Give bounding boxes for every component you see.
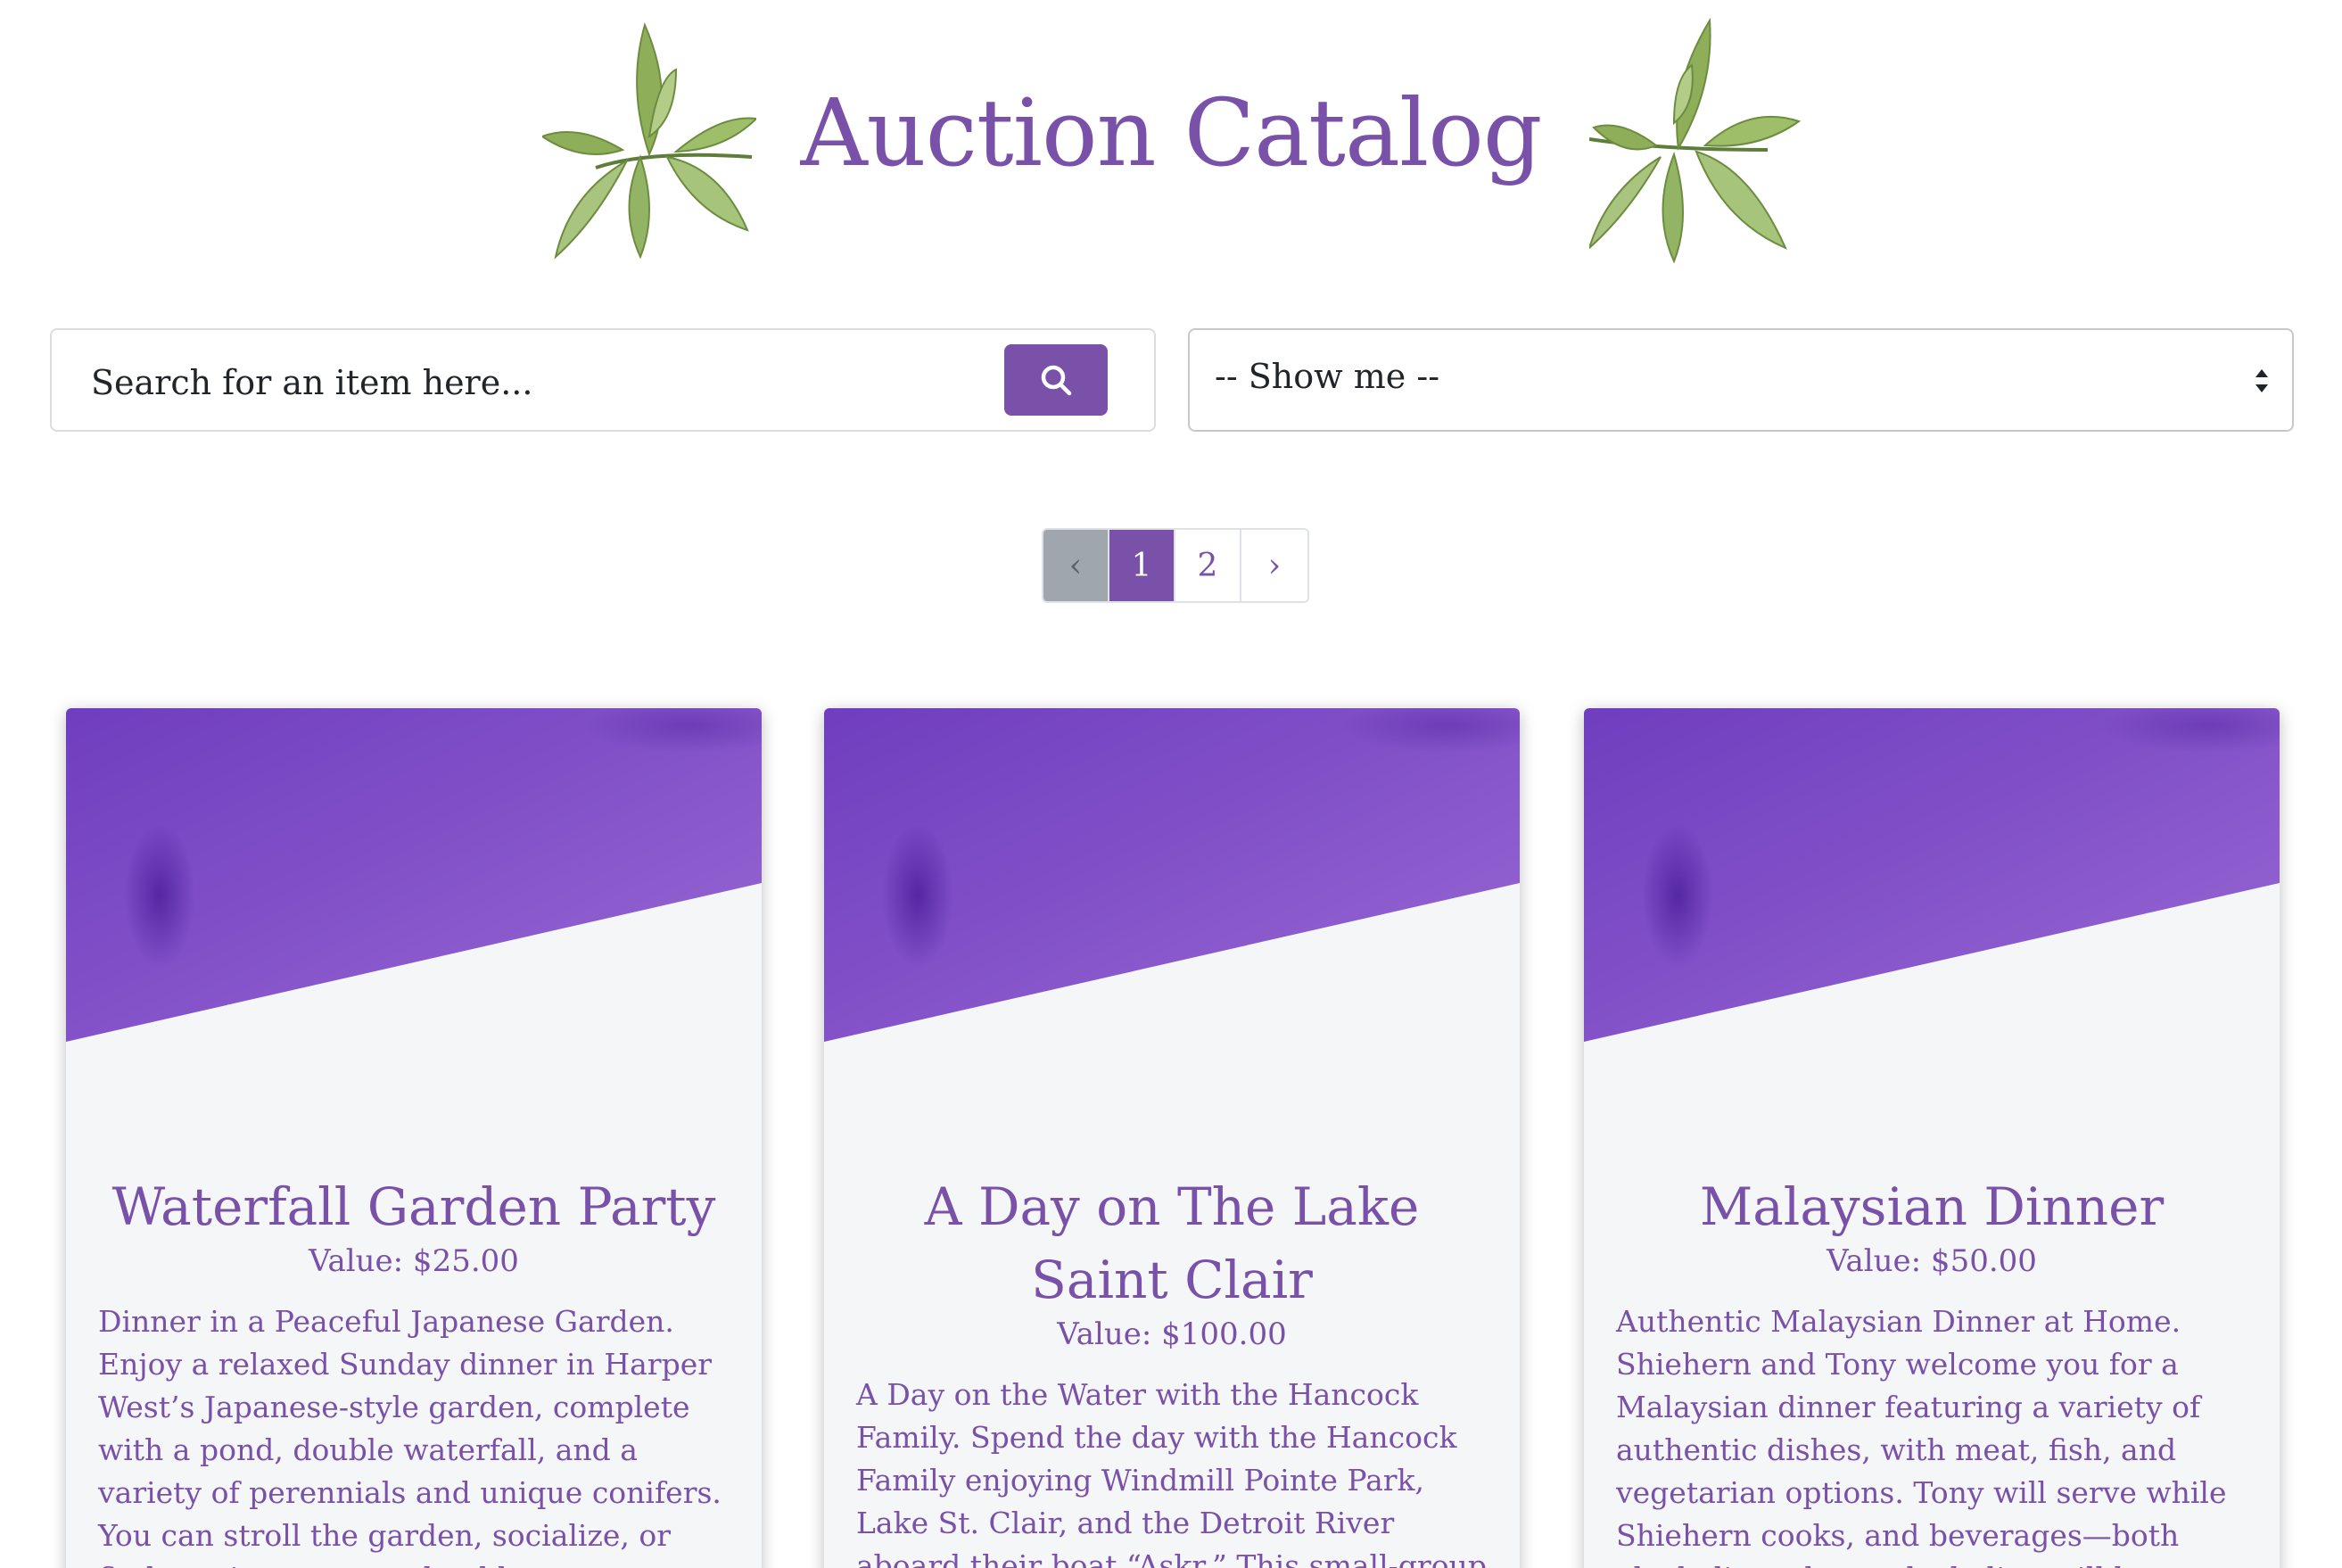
auction-item-card[interactable]: A Day on The Lake Saint Clair Value: $10…	[824, 708, 1520, 1568]
search-input[interactable]	[91, 359, 983, 407]
search-icon	[1041, 365, 1072, 396]
select-arrows-icon	[2255, 369, 2268, 392]
pagination-page-1[interactable]: 1	[1109, 530, 1175, 601]
show-me-selected-value: -- Show me --	[1215, 357, 1440, 396]
page-header: Auction Catalog	[0, 0, 2342, 294]
card-banner-image	[66, 708, 762, 1042]
show-me-select[interactable]: -- Show me --	[1188, 328, 2294, 432]
page-title: Auction Catalog	[800, 78, 1543, 187]
card-banner-image	[1584, 708, 2280, 1042]
search-button[interactable]	[1004, 344, 1108, 416]
card-banner-image	[824, 708, 1520, 1042]
pagination-page-2[interactable]: 2	[1175, 530, 1241, 601]
search-box	[50, 328, 1156, 432]
card-description: Dinner in a Peaceful Japanese Garden. En…	[98, 1304, 722, 1568]
auction-item-card[interactable]: Waterfall Garden Party Value: $25.00 Din…	[66, 708, 762, 1568]
card-title[interactable]: Waterfall Garden Party	[93, 1170, 735, 1243]
pagination: ‹ 1 2 ›	[1042, 528, 1309, 603]
card-description: Authentic Malaysian Dinner at Home. Shie…	[1616, 1304, 2227, 1568]
card-value: Value: $50.00	[1827, 1243, 2037, 1279]
card-title[interactable]: Malaysian Dinner	[1611, 1170, 2253, 1243]
leaf-branch-icon	[1589, 17, 1802, 264]
card-description: A Day on the Water with the Hancock Fami…	[856, 1377, 1487, 1568]
card-value: Value: $25.00	[309, 1243, 519, 1279]
card-title[interactable]: A Day on The Lake Saint Clair	[851, 1170, 1493, 1316]
pagination-next-button[interactable]: ›	[1241, 530, 1307, 601]
card-value: Value: $100.00	[1057, 1316, 1287, 1352]
auction-item-card[interactable]: Malaysian Dinner Value: $50.00 Authentic…	[1584, 708, 2280, 1568]
pagination-prev-button[interactable]: ‹	[1043, 530, 1109, 601]
